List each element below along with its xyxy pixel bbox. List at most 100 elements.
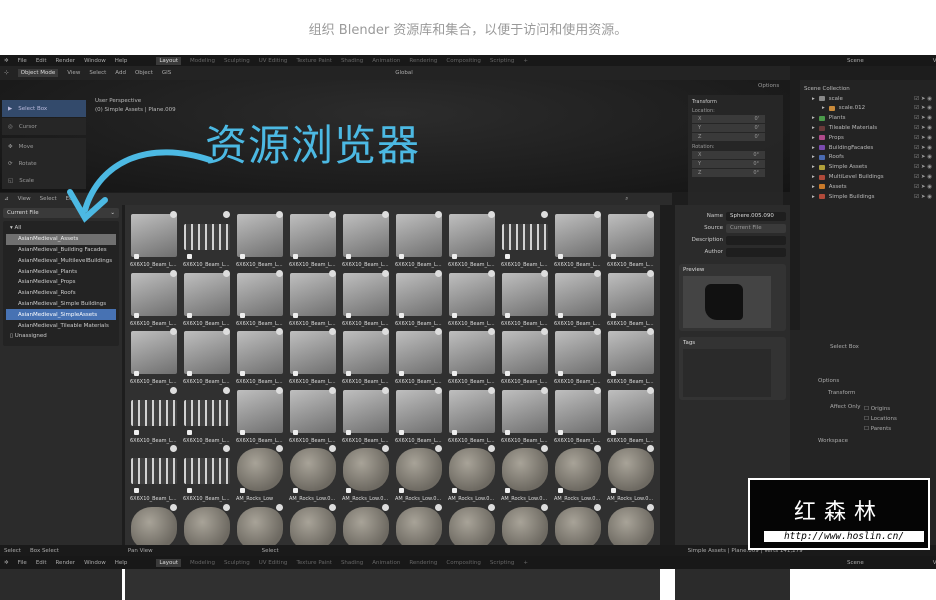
outliner-item[interactable]: ▸ Roofs ☑ ➤ ◉ [804,153,932,163]
asset-tile[interactable]: 6X6X10_Beam_L... [340,386,392,444]
edit-asset-icon[interactable] [276,211,283,218]
select-checkbox[interactable] [452,371,457,376]
transform-field-x[interactable]: X 0° [692,151,765,159]
header-menu-view[interactable]: View [67,70,80,76]
asset-tile[interactable]: 6X6X10_Beam_L... [499,269,551,327]
catalog-item[interactable]: AsianMedieval_MultilevelBuildings [6,255,116,266]
expand-arrow-icon[interactable]: ▸ [812,135,815,141]
select-checkbox[interactable] [611,488,616,493]
select-checkbox[interactable] [187,312,192,318]
edit-asset-icon[interactable] [170,503,177,511]
select-checkbox[interactable] [452,488,457,493]
asset-tile[interactable]: AM_Rocks_Low.0... [605,444,657,502]
header-menu-add[interactable]: Add [115,70,126,76]
menu-help[interactable]: Help [115,560,128,566]
select-checkbox[interactable] [346,254,351,259]
asset-tile[interactable]: 6X6X10_Beam_L... [393,269,445,327]
asset-tile[interactable]: 6X6X10_Beam_L... [499,386,551,444]
edit-asset-icon[interactable] [594,328,601,335]
tab-workspace-4[interactable]: Texture Paint [296,58,332,64]
axis-value[interactable]: 0° [753,170,759,176]
select-checkbox[interactable] [346,488,351,493]
asset-menu-select[interactable]: Select [40,196,57,202]
select-checkbox[interactable] [611,312,616,318]
select-checkbox[interactable] [558,488,563,493]
tab-workspace-2[interactable]: Sculpting [224,58,250,64]
asset-tile[interactable]: 6X6X10_Beam_L... [234,327,286,385]
tab-workspace-4[interactable]: Texture Paint [296,560,332,566]
asset-tile[interactable]: 6X6X10_Beam_L... [128,386,180,444]
tab-workspace-6[interactable]: Animation [372,560,400,566]
select-checkbox[interactable] [187,254,192,259]
checkbox-locations[interactable]: ☐ Locations [864,414,897,424]
tab-workspace-8[interactable]: Compositing [446,58,480,64]
edit-asset-icon[interactable] [276,445,283,452]
select-checkbox[interactable] [399,488,404,493]
asset-tile[interactable]: 6X6X10_Beam_L... [605,210,657,268]
edit-asset-icon[interactable] [541,328,548,335]
select-checkbox[interactable] [346,312,351,318]
asset-tile[interactable]: 6X6X10_Beam_L... [393,210,445,268]
expand-arrow-icon[interactable]: ▸ [822,105,825,111]
orientation-dropdown[interactable]: Global [395,70,413,76]
menu-help[interactable]: Help [115,58,128,64]
catalog-item[interactable]: AsianMedieval_Simple Buildings [6,299,116,310]
transform-field-x[interactable]: X 0' [692,115,765,123]
tab-workspace-8[interactable]: Compositing [446,560,480,566]
options-header[interactable]: Options [818,378,839,384]
edit-asset-icon[interactable] [488,386,495,394]
visibility-eye-icon[interactable]: ☑ ➤ ◉ [914,125,932,131]
asset-tile[interactable]: 6X6X10_Beam_L... [181,269,233,327]
transform-field-y[interactable]: Y 0° [692,160,765,168]
edit-asset-icon[interactable] [382,445,389,452]
preview-header[interactable]: Preview [683,267,782,273]
edit-asset-icon[interactable] [223,328,230,335]
asset-tile[interactable]: 6X6X10_Beam_L... [446,269,498,327]
header-menu-select[interactable]: Select [89,70,106,76]
asset-tile[interactable]: 6X6X10_Beam_L... [552,210,604,268]
menu-window[interactable]: Window [84,560,106,566]
editor-type-icon[interactable]: ⊹ [4,70,9,76]
tab-workspace-0[interactable]: Layout [156,56,182,65]
catalog-item[interactable]: AsianMedieval_SimpleAssets [6,309,116,321]
edit-asset-icon[interactable] [488,503,495,511]
edit-asset-icon[interactable] [541,386,548,394]
tags-list[interactable] [683,349,771,397]
edit-asset-icon[interactable] [647,386,654,394]
visibility-eye-icon[interactable]: ☑ ➤ ◉ [914,145,932,151]
select-checkbox[interactable] [399,371,404,376]
select-checkbox[interactable] [187,429,192,435]
expand-arrow-icon[interactable]: ▸ [812,174,815,180]
tab-workspace-9[interactable]: Scripting [490,560,514,566]
asset-tile[interactable]: 6X6X10_Beam_L... [181,386,233,444]
select-checkbox[interactable] [240,371,245,376]
menu-edit[interactable]: Edit [36,560,47,566]
asset-tile[interactable]: AM_Rocks_Low [234,444,286,502]
edit-asset-icon[interactable] [170,445,177,452]
options-dropdown[interactable]: Options [758,83,779,89]
expand-arrow-icon[interactable]: ▸ [812,184,815,190]
select-checkbox[interactable] [505,312,510,318]
edit-asset-icon[interactable] [541,445,548,452]
outliner-item[interactable]: ▸ Plants ☑ ➤ ◉ [804,113,932,123]
select-checkbox[interactable] [187,371,192,376]
asset-tile[interactable]: 6X6X10_Beam_L... [446,210,498,268]
catalog-item[interactable]: AsianMedieval_Tileable Materials [6,320,116,331]
select-checkbox[interactable] [293,371,298,376]
tab-workspace-7[interactable]: Rendering [409,560,437,566]
asset-tile[interactable]: 6X6X10_Beam_L... [393,386,445,444]
outliner-item[interactable]: ▸ scale ☑ ➤ ◉ [804,94,932,104]
asset-tile[interactable]: AM_Rocks_Low.0... [340,444,392,502]
checkbox-origins[interactable]: ☐ Origins [864,404,897,414]
asset-tile[interactable]: 6X6X10_Beam_L... [128,327,180,385]
transform-subheader[interactable]: Transform [828,390,855,396]
asset-tile[interactable]: 6X6X10_Beam_L... [287,327,339,385]
asset-tile[interactable]: 6X6X10_Beam_L... [393,327,445,385]
asset-tile[interactable]: AM_Rocks_Low.0... [393,444,445,502]
edit-asset-icon[interactable] [329,445,336,452]
select-checkbox[interactable] [505,371,510,376]
blender-logo-icon[interactable]: ✲ [4,58,9,64]
select-checkbox[interactable] [452,254,457,259]
edit-asset-icon[interactable] [170,386,177,394]
select-checkbox[interactable] [293,254,298,259]
